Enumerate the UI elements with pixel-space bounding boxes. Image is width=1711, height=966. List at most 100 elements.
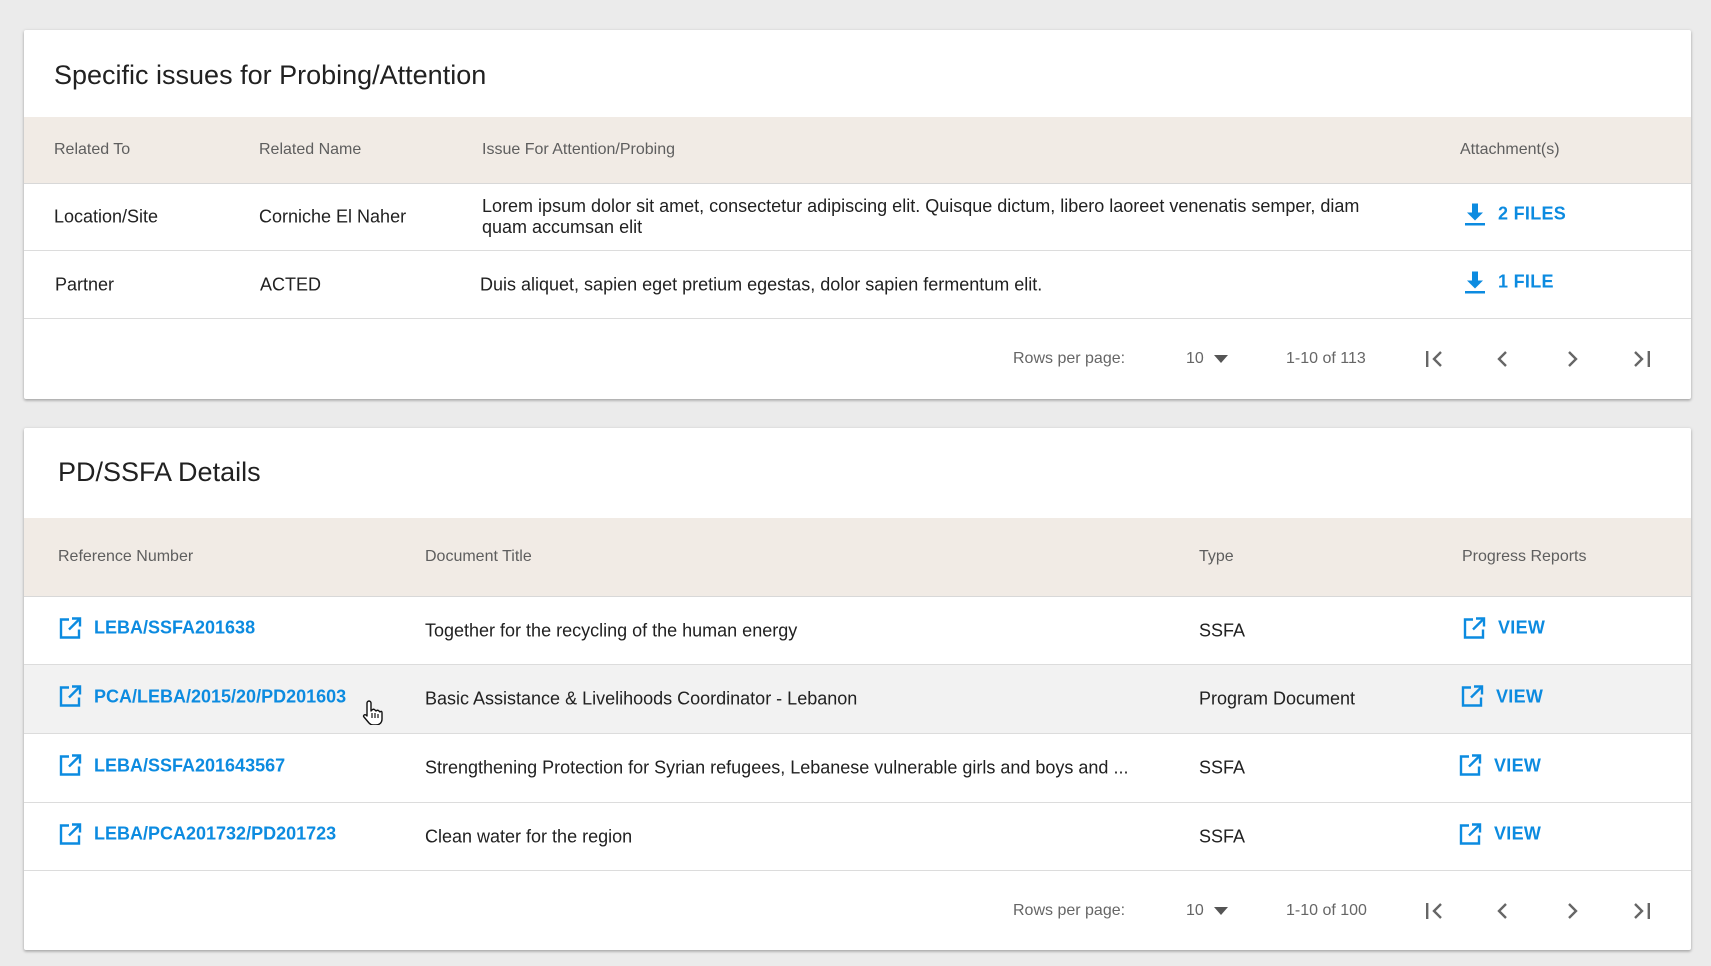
pagination-range: 1-10 of 113 bbox=[1286, 350, 1366, 367]
document-title: Strengthening Protection for Syrian refu… bbox=[425, 757, 1129, 778]
reference-number: LEBA/SSFA201643567 bbox=[94, 755, 286, 775]
attachment-label: 1 FILE bbox=[1498, 271, 1554, 292]
download-icon bbox=[1464, 270, 1486, 294]
reference-cell: LEBA/PCA201732/PD201723 bbox=[58, 822, 336, 851]
download-files-link[interactable]: 2 FILES bbox=[1464, 202, 1566, 226]
next-page-button[interactable] bbox=[1558, 345, 1586, 373]
chevron-left-icon bbox=[1495, 349, 1511, 369]
chevron-right-icon bbox=[1564, 349, 1580, 369]
open-in-new-icon bbox=[1462, 616, 1486, 640]
open-in-new-icon bbox=[1458, 754, 1482, 778]
first-page-icon bbox=[1424, 901, 1446, 921]
view-label: VIEW bbox=[1498, 617, 1546, 638]
chevron-left-icon bbox=[1495, 901, 1511, 921]
pd-ssfa-title: PD/SSFA Details bbox=[58, 457, 261, 487]
reference-link[interactable]: LEBA/SSFA201638 bbox=[58, 616, 255, 640]
attachments-cell: 1 FILE bbox=[1464, 270, 1554, 299]
previous-page-button[interactable] bbox=[1489, 897, 1517, 925]
reference-link[interactable]: LEBA/SSFA201643567 bbox=[58, 754, 285, 778]
progress-cell: VIEW bbox=[1462, 616, 1545, 645]
view-progress-link[interactable]: VIEW bbox=[1462, 616, 1545, 640]
reference-number: LEBA/SSFA201638 bbox=[94, 617, 256, 638]
open-in-new-icon bbox=[58, 754, 82, 778]
reference-link[interactable]: LEBA/PCA201732/PD201723 bbox=[58, 822, 336, 846]
rows-per-page-value: 10 bbox=[1186, 902, 1204, 919]
table-row: PCA/LEBA/2015/20/PD201603 Basic Assistan… bbox=[24, 665, 1691, 734]
view-label: VIEW bbox=[1494, 755, 1542, 775]
view-label: VIEW bbox=[1496, 686, 1544, 706]
attachments-cell: 2 FILES bbox=[1464, 202, 1566, 231]
document-title: Clean water for the region bbox=[425, 826, 633, 846]
rows-per-page-label: Rows per page: bbox=[1013, 350, 1126, 367]
attachment-label: 2 FILES bbox=[1498, 203, 1567, 224]
last-page-button[interactable] bbox=[1627, 897, 1655, 925]
open-in-new-icon bbox=[1458, 822, 1482, 846]
table-row: LEBA/SSFA201643567 Strengthening Protect… bbox=[24, 734, 1691, 803]
cell-issue: Lorem ipsum dolor sit amet, consectetur … bbox=[482, 195, 1360, 237]
table-row: Location/Site Corniche El Naher Lorem ip… bbox=[24, 183, 1691, 251]
table-row: LEBA/PCA201732/PD201723 Clean water for … bbox=[24, 803, 1691, 871]
pd-ssfa-pagination: Rows per page: 10 1-10 of 100 bbox=[24, 876, 1691, 946]
issues-table-header: Related To Related Name Issue For Attent… bbox=[24, 117, 1691, 184]
reference-cell: LEBA/SSFA201638 bbox=[58, 616, 255, 645]
cell-issue: Duis aliquet, sapien eget pretium egesta… bbox=[480, 274, 1043, 294]
chevron-right-icon bbox=[1564, 901, 1580, 921]
view-label: VIEW bbox=[1494, 823, 1542, 844]
next-page-button[interactable] bbox=[1558, 897, 1586, 925]
reference-number: PCA/LEBA/2015/20/PD201603 bbox=[94, 686, 347, 706]
open-in-new-icon bbox=[58, 616, 82, 640]
cell-related-name: Corniche El Naher bbox=[259, 206, 407, 226]
open-in-new-icon bbox=[1460, 685, 1484, 709]
header-attachments[interactable]: Attachment(s) bbox=[1460, 141, 1560, 159]
pd-ssfa-table-header: Reference Number Document Title Type Pro… bbox=[24, 518, 1691, 597]
rows-per-page-value: 10 bbox=[1186, 350, 1204, 367]
first-page-icon bbox=[1424, 349, 1446, 369]
table-row: Partner ACTED Duis aliquet, sapien eget … bbox=[24, 251, 1691, 319]
pd-ssfa-card: PD/SSFA Details Reference Number Documen… bbox=[24, 428, 1691, 950]
header-progress-reports[interactable]: Progress Reports bbox=[1462, 548, 1587, 566]
first-page-button[interactable] bbox=[1421, 897, 1449, 925]
rows-per-page-select[interactable]: 10 bbox=[1186, 350, 1228, 368]
download-icon bbox=[1464, 202, 1486, 226]
last-page-icon bbox=[1630, 349, 1652, 369]
cell-related-to: Location/Site bbox=[54, 206, 159, 226]
reference-cell: PCA/LEBA/2015/20/PD201603 bbox=[58, 685, 346, 714]
pagination-range: 1-10 of 100 bbox=[1286, 902, 1367, 919]
view-progress-link[interactable]: VIEW bbox=[1460, 685, 1543, 709]
document-type: SSFA bbox=[1199, 620, 1246, 640]
reference-number: LEBA/PCA201732/PD201723 bbox=[94, 823, 337, 844]
open-in-new-icon bbox=[58, 822, 82, 846]
last-page-icon bbox=[1630, 901, 1652, 921]
header-related-to[interactable]: Related To bbox=[54, 141, 130, 159]
issues-card: Specific issues for Probing/Attention Re… bbox=[24, 30, 1691, 399]
document-type: SSFA bbox=[1199, 826, 1246, 846]
document-title: Together for the recycling of the human … bbox=[425, 620, 798, 640]
cell-related-to: Partner bbox=[55, 274, 115, 294]
previous-page-button[interactable] bbox=[1489, 345, 1517, 373]
rows-per-page-select[interactable]: 10 bbox=[1186, 902, 1228, 920]
arrow-drop-down-icon bbox=[1213, 355, 1228, 363]
cell-related-name: ACTED bbox=[260, 274, 322, 294]
progress-cell: VIEW bbox=[1458, 822, 1541, 851]
view-progress-link[interactable]: VIEW bbox=[1458, 754, 1541, 778]
progress-cell: VIEW bbox=[1460, 685, 1543, 714]
header-issue[interactable]: Issue For Attention/Probing bbox=[482, 141, 675, 159]
first-page-button[interactable] bbox=[1421, 345, 1449, 373]
document-type: SSFA bbox=[1199, 757, 1246, 778]
arrow-drop-down-icon bbox=[1213, 907, 1228, 915]
view-progress-link[interactable]: VIEW bbox=[1458, 822, 1541, 846]
reference-link[interactable]: PCA/LEBA/2015/20/PD201603 bbox=[58, 685, 346, 709]
header-document-title[interactable]: Document Title bbox=[425, 548, 532, 566]
rows-per-page-label: Rows per page: bbox=[1013, 902, 1126, 919]
reference-cell: LEBA/SSFA201643567 bbox=[58, 754, 285, 783]
open-in-new-icon bbox=[58, 685, 82, 709]
header-type[interactable]: Type bbox=[1199, 548, 1234, 566]
header-related-name[interactable]: Related Name bbox=[259, 141, 361, 159]
header-reference-number[interactable]: Reference Number bbox=[58, 548, 193, 566]
issues-title: Specific issues for Probing/Attention bbox=[54, 60, 487, 90]
document-type: Program Document bbox=[1199, 688, 1356, 709]
download-files-link[interactable]: 1 FILE bbox=[1464, 270, 1554, 294]
issues-pagination: Rows per page: 10 1-10 of 113 bbox=[24, 324, 1691, 394]
table-row: LEBA/SSFA201638 Together for the recycli… bbox=[24, 597, 1691, 665]
last-page-button[interactable] bbox=[1627, 345, 1655, 373]
